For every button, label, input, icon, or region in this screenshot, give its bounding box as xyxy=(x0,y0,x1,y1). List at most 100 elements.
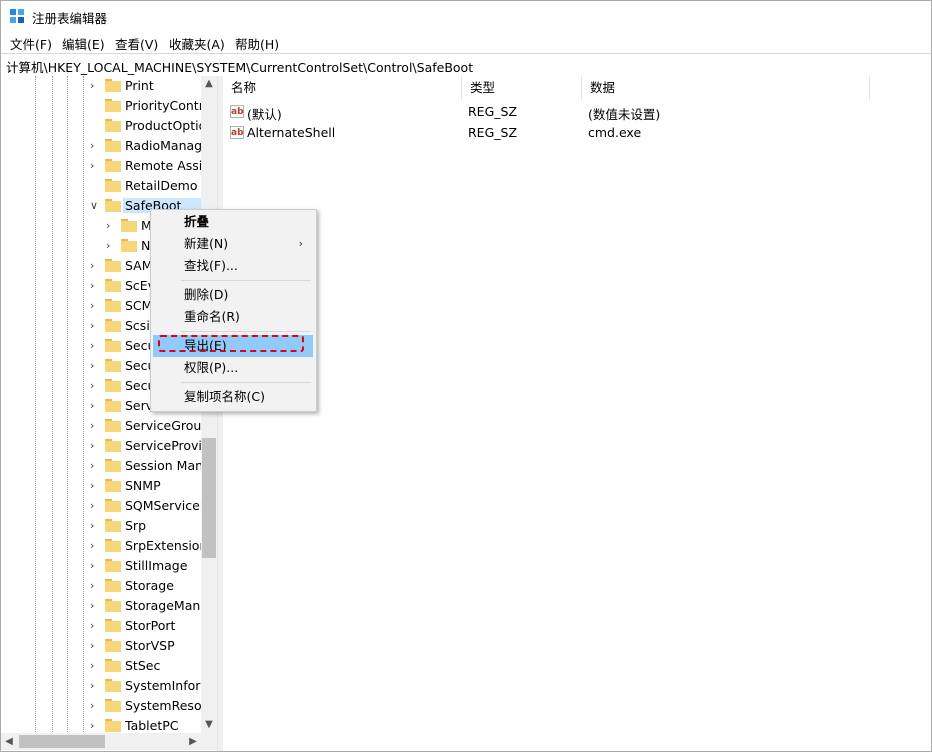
chevron-right-icon[interactable]: › xyxy=(90,680,100,692)
folder-icon xyxy=(121,239,137,252)
column-header-name[interactable]: 名称 xyxy=(223,76,462,100)
scroll-right-icon[interactable]: ▶ xyxy=(185,734,201,750)
chevron-right-icon[interactable]: › xyxy=(90,420,100,432)
chevron-right-icon[interactable]: › xyxy=(90,440,100,452)
tree-item[interactable]: › ServiceProvic xyxy=(1,436,201,456)
menu-separator xyxy=(181,280,311,281)
tree-item[interactable]: › Srp xyxy=(1,516,201,536)
chevron-right-icon[interactable]: › xyxy=(90,600,100,612)
annotation-dashed-highlight xyxy=(158,335,304,352)
context-menu: 折叠 新建(N) › 查找(F)... 删除(D) 重命名(R) 导出(E) 权… xyxy=(150,209,317,412)
tree-item[interactable]: › Session Mana xyxy=(1,456,201,476)
column-header-data[interactable]: 数据 xyxy=(582,76,870,100)
value-row[interactable]: ab AlternateShell REG_SZ cmd.exe xyxy=(223,122,931,143)
tree-item[interactable]: › StSec xyxy=(1,656,201,676)
scrollbar-corner xyxy=(201,733,217,750)
tree-item-label: StillImage xyxy=(125,558,188,573)
tree-item[interactable]: › ServiceGroup xyxy=(1,416,201,436)
menu-item-label: 折叠 xyxy=(184,214,210,229)
chevron-right-icon[interactable]: › xyxy=(90,400,100,412)
folder-icon xyxy=(105,339,121,352)
tree-horizontal-scroll-thumb[interactable] xyxy=(19,735,105,748)
tree-item-label: ServiceGroup xyxy=(125,418,201,433)
scroll-down-icon[interactable]: ▼ xyxy=(201,717,217,733)
tree-item[interactable]: › StorVSP xyxy=(1,636,201,656)
menu-file[interactable]: 文件(F) xyxy=(10,34,52,53)
folder-icon xyxy=(105,279,121,292)
tree-item[interactable]: › SQMServiceL xyxy=(1,496,201,516)
tree-item[interactable]: › SystemResou xyxy=(1,696,201,716)
menu-item-find[interactable]: 查找(F)... xyxy=(153,255,313,277)
menu-item-new[interactable]: 新建(N) › xyxy=(153,233,313,255)
menu-item-label: 删除(D) xyxy=(184,287,229,302)
tree-item[interactable]: ProductOptio xyxy=(1,116,201,136)
menu-view[interactable]: 查看(V) xyxy=(115,34,158,53)
tree-item[interactable]: RetailDemo xyxy=(1,176,201,196)
chevron-down-icon[interactable]: ∨ xyxy=(90,200,100,212)
menu-item-rename[interactable]: 重命名(R) xyxy=(153,306,313,328)
address-path[interactable]: 计算机\HKEY_LOCAL_MACHINE\SYSTEM\CurrentCon… xyxy=(6,57,473,76)
chevron-right-icon[interactable]: › xyxy=(90,460,100,472)
menu-help[interactable]: 帮助(H) xyxy=(235,34,279,53)
menu-item-copy-key-name[interactable]: 复制项名称(C) xyxy=(153,386,313,408)
menu-item-collapse[interactable]: 折叠 xyxy=(153,211,313,233)
tree-item[interactable]: › TabletPC xyxy=(1,716,201,733)
chevron-right-icon[interactable]: › xyxy=(90,580,100,592)
chevron-right-icon[interactable]: › xyxy=(90,640,100,652)
tree-item-label: Session Mana xyxy=(125,458,201,473)
tree-item-label: RadioManag xyxy=(125,138,201,153)
chevron-right-icon[interactable]: › xyxy=(106,220,116,232)
tree-vertical-scroll-thumb[interactable] xyxy=(202,438,216,558)
tree-item[interactable]: › StorageMana xyxy=(1,596,201,616)
menu-separator xyxy=(181,331,311,332)
address-bar[interactable]: 计算机\HKEY_LOCAL_MACHINE\SYSTEM\CurrentCon… xyxy=(1,53,931,77)
chevron-right-icon[interactable]: › xyxy=(90,320,100,332)
chevron-right-icon[interactable]: › xyxy=(90,620,100,632)
chevron-right-icon[interactable]: › xyxy=(106,240,116,252)
tree-item[interactable]: › SNMP xyxy=(1,476,201,496)
chevron-right-icon[interactable]: › xyxy=(90,340,100,352)
scroll-up-icon[interactable]: ▲ xyxy=(201,76,217,92)
tree-item[interactable]: › Remote Assis xyxy=(1,156,201,176)
folder-icon xyxy=(105,619,121,632)
chevron-right-icon[interactable]: › xyxy=(90,540,100,552)
chevron-right-icon[interactable]: › xyxy=(90,560,100,572)
value-list[interactable]: 名称 类型 数据 ab (默认) REG_SZ (数值未设置) ab Alter… xyxy=(223,76,931,751)
chevron-right-icon[interactable]: › xyxy=(90,300,100,312)
tree-item[interactable]: › Storage xyxy=(1,576,201,596)
tree-item[interactable]: › Print xyxy=(1,76,201,96)
menu-favorites[interactable]: 收藏夹(A) xyxy=(169,34,225,53)
folder-icon xyxy=(105,579,121,592)
chevron-right-icon[interactable]: › xyxy=(90,720,100,732)
tree-item-label: SrpExtension xyxy=(125,538,201,553)
scroll-left-icon[interactable]: ◀ xyxy=(1,734,17,750)
menu-edit[interactable]: 编辑(E) xyxy=(62,34,105,53)
menu-item-permissions[interactable]: 权限(P)... xyxy=(153,357,313,379)
tree-item[interactable]: › RadioManag xyxy=(1,136,201,156)
chevron-right-icon[interactable]: › xyxy=(90,660,100,672)
chevron-right-icon[interactable]: › xyxy=(90,360,100,372)
tree-item[interactable]: › StorPort xyxy=(1,616,201,636)
folder-icon xyxy=(105,179,121,192)
column-header-type[interactable]: 类型 xyxy=(462,76,582,100)
chevron-right-icon[interactable]: › xyxy=(90,380,100,392)
chevron-right-icon[interactable]: › xyxy=(90,280,100,292)
tree-item[interactable]: › SystemInform xyxy=(1,676,201,696)
menu-item-label: 权限(P)... xyxy=(184,360,239,375)
menu-item-delete[interactable]: 删除(D) xyxy=(153,284,313,306)
folder-icon xyxy=(105,639,121,652)
chevron-right-icon[interactable]: › xyxy=(90,140,100,152)
chevron-right-icon[interactable]: › xyxy=(90,480,100,492)
chevron-right-icon[interactable]: › xyxy=(90,700,100,712)
tree-item[interactable]: PriorityContro xyxy=(1,96,201,116)
tree-item[interactable]: › SrpExtension xyxy=(1,536,201,556)
value-row[interactable]: ab (默认) REG_SZ (数值未设置) xyxy=(223,101,931,122)
menu-item-label: 新建(N) xyxy=(184,236,229,251)
chevron-right-icon[interactable]: › xyxy=(90,520,100,532)
chevron-right-icon[interactable]: › xyxy=(90,160,100,172)
chevron-right-icon[interactable]: › xyxy=(90,500,100,512)
tree-item-label: Srp xyxy=(125,518,147,533)
chevron-right-icon[interactable]: › xyxy=(90,80,100,92)
tree-item[interactable]: › StillImage xyxy=(1,556,201,576)
chevron-right-icon[interactable]: › xyxy=(90,260,100,272)
